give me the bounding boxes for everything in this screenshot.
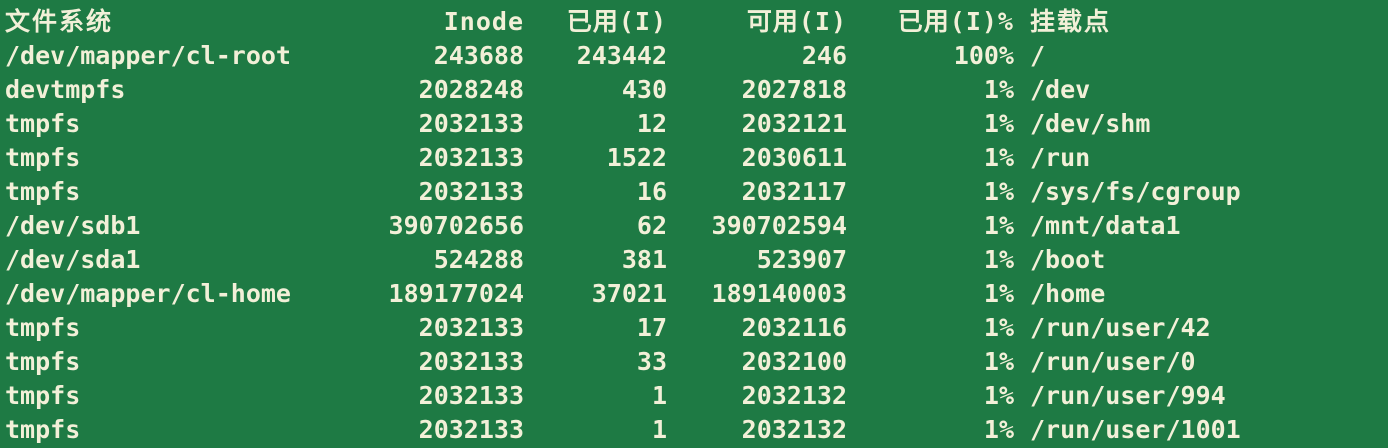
cell-iuse-pct: 1% <box>983 245 1014 274</box>
cell-ifree: 2032116 <box>741 313 847 342</box>
cell-iuse-pct: 1% <box>983 75 1014 104</box>
cell-mounted-on: /home <box>1030 279 1106 308</box>
table-row: /dev/sda1 524288 381 523907 1% /boot <box>0 243 1388 277</box>
cell-ifree: 2032132 <box>741 415 847 444</box>
cell-filesystem: tmpfs <box>5 177 81 206</box>
cell-mounted-on: /run/user/42 <box>1030 313 1211 342</box>
cell-inodes: 2032133 <box>418 415 524 444</box>
table-row: tmpfs 2032133 33 2032100 1% /run/user/0 <box>0 345 1388 379</box>
cell-iused: 16 <box>636 177 667 206</box>
cell-iuse-pct: 1% <box>983 143 1014 172</box>
cell-inodes: 524288 <box>433 245 524 274</box>
cell-iused: 17 <box>636 313 667 342</box>
cell-filesystem: devtmpfs <box>5 75 126 104</box>
cell-iuse-pct: 1% <box>983 279 1014 308</box>
cell-mounted-on: /run/user/1001 <box>1030 415 1241 444</box>
cell-filesystem: /dev/sdb1 <box>5 211 141 240</box>
table-row: devtmpfs 2028248 430 2027818 1% /dev <box>0 73 1388 107</box>
cell-inodes: 2032133 <box>418 347 524 376</box>
cell-ifree: 2032117 <box>741 177 847 206</box>
cell-iuse-pct: 1% <box>983 109 1014 138</box>
cell-mounted-on: /boot <box>1030 245 1106 274</box>
cell-ifree: 2027818 <box>741 75 847 104</box>
cell-ifree: 189140003 <box>711 279 847 308</box>
header-mounted-on: 挂载点 <box>1030 7 1112 36</box>
cell-filesystem: tmpfs <box>5 347 81 376</box>
cell-iused: 1 <box>651 381 667 410</box>
table-row: tmpfs 2032133 16 2032117 1% /sys/fs/cgroup <box>0 175 1388 209</box>
header-iused: 已用(I) <box>566 7 667 36</box>
header-ifree: 可用(I) <box>746 7 847 36</box>
cell-iuse-pct: 100% <box>953 41 1014 70</box>
table-row: tmpfs 2032133 1 2032132 1% /run/user/1001 <box>0 413 1388 447</box>
cell-filesystem: /dev/mapper/cl-root <box>5 41 291 70</box>
table-row: tmpfs 2032133 17 2032116 1% /run/user/42 <box>0 311 1388 345</box>
cell-mounted-on: /dev/shm <box>1030 109 1151 138</box>
cell-iuse-pct: 1% <box>983 381 1014 410</box>
cell-filesystem: tmpfs <box>5 415 81 444</box>
cell-inodes: 189177024 <box>388 279 524 308</box>
cell-iused: 62 <box>636 211 667 240</box>
cell-ifree: 390702594 <box>711 211 847 240</box>
cell-iused: 381 <box>621 245 667 274</box>
table-row: tmpfs 2032133 1522 2030611 1% /run <box>0 141 1388 175</box>
cell-iuse-pct: 1% <box>983 347 1014 376</box>
cell-mounted-on: /run/user/994 <box>1030 381 1226 410</box>
cell-mounted-on: /mnt/data1 <box>1030 211 1181 240</box>
cell-filesystem: tmpfs <box>5 109 81 138</box>
cell-iused: 37021 <box>591 279 667 308</box>
cell-ifree: 2032121 <box>741 109 847 138</box>
cell-mounted-on: /run <box>1030 143 1091 172</box>
cell-mounted-on: / <box>1030 41 1046 70</box>
cell-iuse-pct: 1% <box>983 415 1014 444</box>
cell-filesystem: /dev/mapper/cl-home <box>5 279 291 308</box>
cell-mounted-on: /dev <box>1030 75 1091 104</box>
cell-iused: 1522 <box>606 143 667 172</box>
cell-filesystem: tmpfs <box>5 313 81 342</box>
cell-iused: 243442 <box>576 41 667 70</box>
cell-mounted-on: /sys/fs/cgroup <box>1030 177 1241 206</box>
partial-prompt-text: [ ]$ <box>4 0 230 4</box>
table-row: /dev/mapper/cl-home 189177024 37021 1891400… <box>0 277 1388 311</box>
cell-ifree: 246 <box>801 41 847 70</box>
header-filesystem: 文件系统 <box>5 7 114 36</box>
cell-filesystem: /dev/sda1 <box>5 245 141 274</box>
header-inodes: Inode <box>443 7 524 36</box>
cell-ifree: 523907 <box>756 245 847 274</box>
cell-inodes: 243688 <box>433 41 524 70</box>
cell-iused: 12 <box>636 109 667 138</box>
terminal-window[interactable]: [ ]$ 文件系统 Inode 已用(I) 可用(I) 已用(I)% 挂载点 /… <box>0 0 1388 448</box>
cell-iuse-pct: 1% <box>983 177 1014 206</box>
cell-inodes: 390702656 <box>388 211 524 240</box>
cell-ifree: 2032132 <box>741 381 847 410</box>
table-row: tmpfs 2032133 1 2032132 1% /run/user/994 <box>0 379 1388 413</box>
table-row: tmpfs 2032133 12 2032121 1% /dev/shm <box>0 107 1388 141</box>
cell-iused: 1 <box>651 415 667 444</box>
cell-inodes: 2028248 <box>418 75 524 104</box>
cell-mounted-on: /run/user/0 <box>1030 347 1196 376</box>
cell-filesystem: tmpfs <box>5 381 81 410</box>
cell-ifree: 2030611 <box>741 143 847 172</box>
table-row: /dev/sdb1 390702656 62 390702594 1% /mnt/data… <box>0 209 1388 243</box>
cell-iuse-pct: 1% <box>983 313 1014 342</box>
cell-inodes: 2032133 <box>418 177 524 206</box>
cell-inodes: 2032133 <box>418 109 524 138</box>
cell-iused: 430 <box>621 75 667 104</box>
header-iuse-pct: 已用(I)% <box>897 7 1014 36</box>
table-header: 文件系统 Inode 已用(I) 可用(I) 已用(I)% 挂载点 <box>0 5 1388 39</box>
cell-filesystem: tmpfs <box>5 143 81 172</box>
cell-iuse-pct: 1% <box>983 211 1014 240</box>
table-row: /dev/mapper/cl-root 243688 243442 246 100% / <box>0 39 1388 73</box>
cell-inodes: 2032133 <box>418 143 524 172</box>
cell-inodes: 2032133 <box>418 381 524 410</box>
cell-iused: 33 <box>636 347 667 376</box>
cell-ifree: 2032100 <box>741 347 847 376</box>
cell-inodes: 2032133 <box>418 313 524 342</box>
